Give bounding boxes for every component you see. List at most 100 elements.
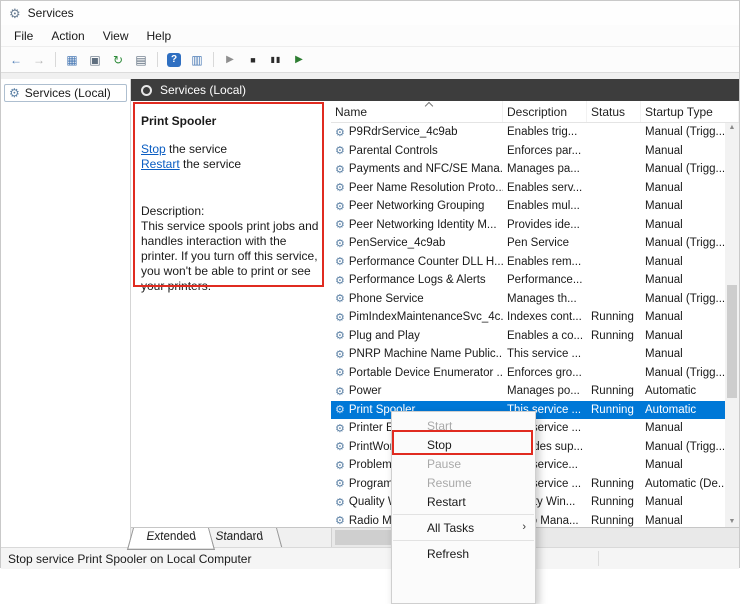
description-text: This service spools print jobs and handl… <box>141 219 321 294</box>
menu-item-restart[interactable]: Restart <box>392 492 535 511</box>
refresh-icon: ↻ <box>113 53 123 67</box>
cell-description: Provides ide... <box>503 219 587 231</box>
scroll-up-icon[interactable]: ▲ <box>725 123 739 133</box>
main-area: ⚙ Services (Local) Services (Local) Prin… <box>1 73 739 547</box>
stop-service-line: Stop the service <box>141 142 321 157</box>
vertical-scrollbar[interactable]: ▲ ▼ <box>725 123 739 527</box>
menu-item-refresh[interactable]: Refresh <box>392 544 535 563</box>
service-gear-icon: ⚙ <box>335 477 345 490</box>
cell-startup-type: Manual <box>641 200 725 212</box>
pause-service-button[interactable]: ▮▮ <box>265 49 287 71</box>
cell-startup-type: Manual (Trigg... <box>641 293 725 305</box>
status-separator <box>598 551 599 566</box>
restart-service-link[interactable]: Restart <box>141 157 180 171</box>
column-header-description[interactable]: Description <box>503 101 587 122</box>
menu-view[interactable]: View <box>94 26 138 46</box>
cell-startup-type: Manual (Trigg... <box>641 237 725 249</box>
cell-startup-type: Manual <box>641 145 725 157</box>
service-name-text: Performance Counter DLL H... <box>349 256 503 268</box>
table-row[interactable]: ⚙Phone ServiceManages th...Manual (Trigg… <box>331 290 725 309</box>
stop-service-button[interactable]: ■ <box>242 49 264 71</box>
refresh-button[interactable]: ↻ <box>107 49 129 71</box>
properties-button[interactable]: ▣ <box>84 49 106 71</box>
service-gear-icon: ⚙ <box>335 163 345 176</box>
window-titlebar[interactable]: ⚙ Services <box>1 1 739 25</box>
action-pane-icon: ▥ <box>191 53 202 67</box>
service-name-text: Peer Networking Grouping <box>349 200 485 212</box>
table-row[interactable]: ⚙Plug and PlayEnables a co...RunningManu… <box>331 327 725 346</box>
table-row[interactable]: ⚙PNRP Machine Name Public...This service… <box>331 345 725 364</box>
menu-item-stop[interactable]: Stop <box>392 435 535 454</box>
column-header-startup-type[interactable]: Startup Type <box>641 101 739 122</box>
column-header-status[interactable]: Status <box>587 101 641 122</box>
service-gear-icon: ⚙ <box>335 348 345 361</box>
menu-help[interactable]: Help <box>138 26 181 46</box>
table-row[interactable]: ⚙Parental ControlsEnforces par...Manual <box>331 142 725 161</box>
service-name-text: Payments and NFC/SE Mana... <box>349 163 503 175</box>
tree-item-services-local[interactable]: ⚙ Services (Local) <box>4 84 127 102</box>
properties-icon: ▣ <box>89 53 100 67</box>
table-row[interactable]: ⚙PimIndexMaintenanceSvc_4c...Indexes con… <box>331 308 725 327</box>
cell-description: Enables trig... <box>503 126 587 138</box>
export-list-button[interactable]: ▤ <box>130 49 152 71</box>
cell-description: Manages pa... <box>503 163 587 175</box>
cell-startup-type: Manual <box>641 422 725 434</box>
table-row[interactable]: ⚙Performance Logs & AlertsPerformance...… <box>331 271 725 290</box>
table-row[interactable]: ⚙P9RdrService_4c9abEnables trig...Manual… <box>331 123 725 142</box>
show-console-tree-button[interactable]: ▦ <box>61 49 83 71</box>
back-button[interactable]: ← <box>5 49 27 71</box>
cell-description: Enables mul... <box>503 200 587 212</box>
service-name-text: Performance Logs & Alerts <box>349 274 486 286</box>
start-service-button[interactable]: ▶ <box>219 49 241 71</box>
table-row[interactable]: ⚙PowerManages po...RunningAutomatic <box>331 382 725 401</box>
services-app-icon: ⚙ <box>9 7 21 20</box>
window-title: Services <box>28 6 74 20</box>
cell-service-name: ⚙ Payments and NFC/SE Mana... <box>331 163 503 176</box>
column-header-name[interactable]: Name <box>331 101 503 122</box>
scrollbar-thumb[interactable] <box>727 285 737 398</box>
service-gear-icon: ⚙ <box>335 422 345 435</box>
menu-bar: FileActionViewHelp <box>1 25 739 47</box>
cell-startup-type: Manual <box>641 348 725 360</box>
service-description-block: Description: This service spools print j… <box>141 204 321 294</box>
stop-service-link[interactable]: Stop <box>141 142 166 156</box>
cell-description: Pen Service <box>503 237 587 249</box>
table-row[interactable]: ⚙Peer Networking Identity M...Provides i… <box>331 216 725 235</box>
table-row[interactable]: ⚙Peer Networking GroupingEnables mul... M… <box>331 197 725 216</box>
service-name-text: Plug and Play <box>349 330 420 342</box>
cell-startup-type: Manual <box>641 182 725 194</box>
table-row[interactable]: ⚙PenService_4c9abPen ServiceManual (Trig… <box>331 234 725 253</box>
service-name-text: Phone Service <box>349 293 424 305</box>
menu-item-all-tasks[interactable]: All Tasks› <box>392 518 535 537</box>
toolbar-separator <box>55 52 56 67</box>
menu-file[interactable]: File <box>5 26 42 46</box>
cell-service-name: ⚙Peer Networking Grouping <box>331 200 503 213</box>
table-row[interactable]: ⚙Performance Counter DLL H...Enables rem… <box>331 253 725 272</box>
cell-startup-type: Manual <box>641 256 725 268</box>
tab-extended[interactable]: Extended <box>127 528 216 550</box>
cell-startup-type: Manual <box>641 274 725 286</box>
help-button[interactable]: ? <box>163 49 185 71</box>
stop-service-icon: ■ <box>250 55 255 65</box>
service-gear-icon: ⚙ <box>335 496 345 509</box>
action-pane-button[interactable]: ▥ <box>186 49 208 71</box>
toolbar: ← → ▦ ▣ ↻ ▤? ▥ ▶ ■ ▮▮ ▶ <box>1 47 739 73</box>
cell-description: Enables serv... <box>503 182 587 194</box>
table-header: NameDescriptionStatusStartup Type <box>331 101 739 123</box>
table-row[interactable]: ⚙Portable Device Enumerator ...Enforces … <box>331 364 725 383</box>
cell-service-name: ⚙Portable Device Enumerator ... <box>331 366 503 379</box>
service-gear-icon: ⚙ <box>335 385 345 398</box>
restart-service-button[interactable]: ▶ <box>288 49 310 71</box>
forward-button[interactable]: → <box>28 49 50 71</box>
toolbar-separator <box>213 52 214 67</box>
service-gear-icon: ⚙ <box>335 440 345 453</box>
table-row[interactable]: ⚙Peer Name Resolution Proto...Enables se… <box>331 179 725 198</box>
service-gear-icon: ⚙ <box>335 311 345 324</box>
restart-service-suffix: the service <box>180 157 241 171</box>
pause-service-icon: ▮▮ <box>271 55 282 64</box>
forward-icon: → <box>33 53 45 67</box>
menu-action[interactable]: Action <box>42 26 93 46</box>
cell-startup-type: Manual (Trigg... <box>641 163 725 175</box>
scroll-down-icon[interactable]: ▼ <box>725 517 739 527</box>
table-row[interactable]: ⚙ Payments and NFC/SE Mana...Manages pa..… <box>331 160 725 179</box>
